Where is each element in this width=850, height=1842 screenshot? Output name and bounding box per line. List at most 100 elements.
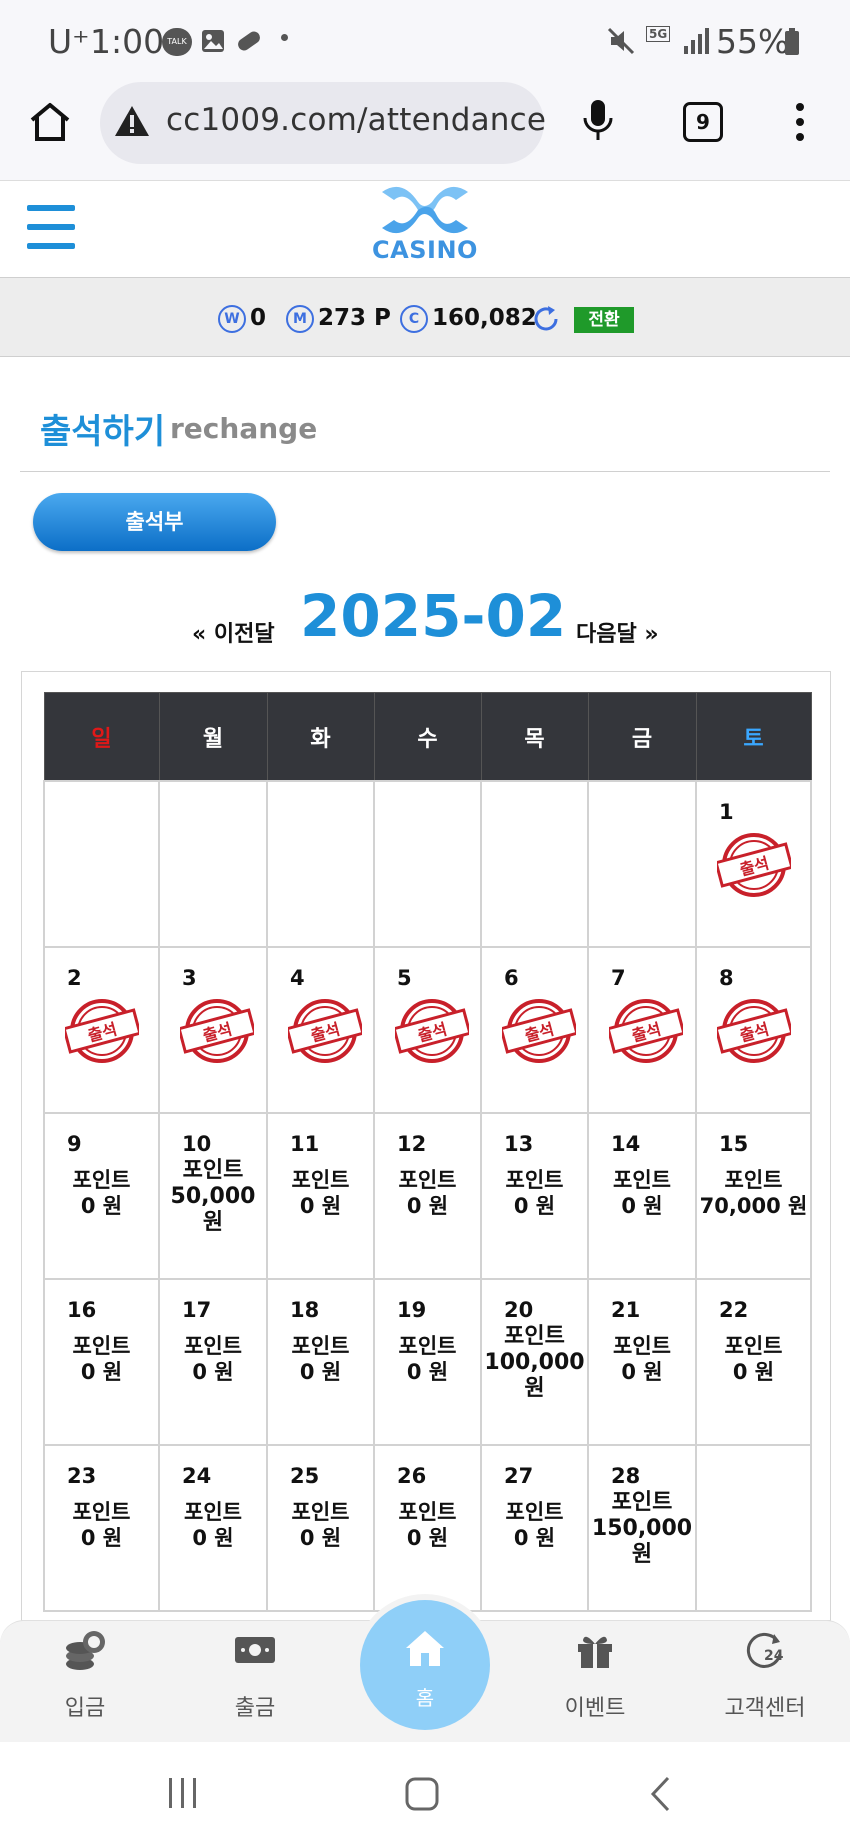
month-title: 2025-02 [300, 582, 567, 650]
calendar-day-1[interactable]: 1 출석 [695, 780, 812, 948]
house-icon [406, 1631, 444, 1666]
weekday-header-2: 화 [266, 692, 375, 782]
talk-icon: TALK [162, 28, 192, 56]
calendar-day-13[interactable]: 13 포인트 0 원 [480, 1112, 589, 1280]
day-number: 16 [67, 1298, 97, 1322]
day-number: 12 [397, 1132, 427, 1156]
calendar-day-27[interactable]: 27 포인트 0 원 [480, 1444, 589, 1612]
point-label: 포인트 [504, 1324, 565, 1349]
day-number: 1 [719, 800, 734, 824]
point-reward: 포인트 0 원 [697, 1333, 810, 1385]
point-unit: 원 [202, 1210, 224, 1235]
calendar-day-19[interactable]: 19 포인트 0 원 [373, 1278, 482, 1446]
wallet-c-value: 160,082 [432, 305, 537, 331]
warning-icon[interactable] [113, 104, 151, 138]
day-number: 23 [67, 1464, 97, 1488]
recent-apps-icon[interactable] [166, 1776, 200, 1810]
point-reward: 포인트 0 원 [45, 1499, 158, 1551]
calendar-day-21[interactable]: 21 포인트 0 원 [587, 1278, 697, 1446]
day-number: 20 [504, 1298, 534, 1322]
logo-text: CASINO [372, 236, 478, 264]
calendar-day-16[interactable]: 16 포인트 0 원 [43, 1278, 160, 1446]
point-label: 포인트 [72, 1334, 131, 1358]
attendance-stamp-icon: 출석 [717, 833, 791, 897]
convert-button[interactable]: 전환 [574, 307, 634, 333]
refresh-icon[interactable] [531, 304, 561, 334]
calendar-day-5[interactable]: 5 출석 [373, 946, 482, 1114]
weekday-header-4: 목 [480, 692, 589, 782]
prev-month-link[interactable]: « 이전달 [192, 616, 275, 648]
point-amount: 0 원 [513, 1526, 556, 1550]
calendar-empty-cell [43, 780, 160, 948]
point-reward: 포인트 0 원 [375, 1333, 480, 1385]
next-month-link[interactable]: 다음달 » [576, 616, 659, 648]
calendar-day-17[interactable]: 17 포인트 0 원 [158, 1278, 268, 1446]
wallet-w-icon: W [218, 305, 246, 333]
point-amount: 0 원 [406, 1360, 449, 1384]
carrier-label: U⁺ [48, 22, 90, 61]
calendar-day-2[interactable]: 2 출석 [43, 946, 160, 1114]
point-label: 포인트 [184, 1334, 242, 1358]
calendar-day-18[interactable]: 18 포인트 0 원 [266, 1278, 375, 1446]
calendar-day-4[interactable]: 4 출석 [266, 946, 375, 1114]
calendar-day-8[interactable]: 8 출석 [695, 946, 812, 1114]
microphone-icon[interactable] [582, 98, 614, 144]
calendar-day-28[interactable]: 28 포인트 150,000 원 [587, 1444, 697, 1612]
nav-withdraw-label: 출금 [234, 1696, 276, 1721]
tab-switcher-button[interactable]: 9 [683, 102, 723, 142]
home-system-icon[interactable] [404, 1776, 440, 1812]
calendar-day-6[interactable]: 6 출석 [480, 946, 589, 1114]
point-label: 포인트 [291, 1500, 350, 1524]
calendar-day-11[interactable]: 11 포인트 0 원 [266, 1112, 375, 1280]
more-menu-icon[interactable] [790, 100, 810, 144]
point-unit: 원 [631, 1542, 653, 1567]
calendar-day-26[interactable]: 26 포인트 0 원 [373, 1444, 482, 1612]
point-reward: 포인트 0 원 [589, 1333, 695, 1385]
site-logo[interactable]: CASINO [366, 184, 484, 268]
calendar-day-22[interactable]: 22 포인트 0 원 [695, 1278, 812, 1446]
support-badge-text: 24 [764, 1648, 784, 1664]
day-number: 5 [397, 966, 412, 990]
attendance-stamp-icon: 출석 [717, 999, 791, 1063]
weekday-header-6: 토 [695, 692, 812, 782]
title-divider [20, 471, 830, 472]
point-reward: 포인트 0 원 [482, 1167, 587, 1219]
calendar-week-row: 16 포인트 0 원 17 포인트 0 원 18 포인트 0 원 19 포인트 0 원 20 포인트 100… [43, 1278, 812, 1446]
calendar-day-24[interactable]: 24 포인트 0 원 [158, 1444, 268, 1612]
calendar-day-25[interactable]: 25 포인트 0 원 [266, 1444, 375, 1612]
calendar-week-row: 23 포인트 0 원 24 포인트 0 원 25 포인트 0 원 26 포인트 0 원 27 포인트 0 원… [43, 1444, 812, 1612]
home-icon[interactable] [28, 100, 72, 144]
page-subtitle: rechange [170, 412, 318, 445]
calendar-day-23[interactable]: 23 포인트 0 원 [43, 1444, 160, 1612]
mute-icon [607, 27, 635, 55]
calendar-day-12[interactable]: 12 포인트 0 원 [373, 1112, 482, 1280]
day-number: 14 [611, 1132, 641, 1156]
point-amount: 0 원 [80, 1526, 123, 1550]
wallet-w-value: 0 [250, 305, 267, 331]
calendar-empty-cell [587, 780, 697, 948]
day-number: 6 [504, 966, 519, 990]
calendar-day-20[interactable]: 20 포인트 100,000 원 [480, 1278, 589, 1446]
point-amount: 0 원 [406, 1194, 449, 1218]
point-label: 포인트 [505, 1500, 564, 1524]
point-reward: 포인트 0 원 [268, 1333, 373, 1385]
calendar-day-7[interactable]: 7 출석 [587, 946, 697, 1114]
calendar-day-15[interactable]: 15 포인트 70,000 원 [695, 1112, 812, 1280]
calendar-day-3[interactable]: 3 출석 [158, 946, 268, 1114]
calendar-day-9[interactable]: 9 포인트 0 원 [43, 1112, 160, 1280]
back-icon[interactable] [648, 1776, 672, 1812]
attendance-book-button[interactable]: 출석부 [33, 493, 276, 551]
wallet-c-icon: C [400, 305, 428, 333]
calendar-day-10[interactable]: 10 포인트 50,000 원 [158, 1112, 268, 1280]
calendar-day-14[interactable]: 14 포인트 0 원 [587, 1112, 697, 1280]
day-number: 21 [611, 1298, 641, 1322]
calendar-body: 1 출석 2 출석 3 출석 4 출석 5 출석 6 출석 7 출석 8 출석 9 포인트 0 원 10 포인트 50,0… [43, 780, 812, 1612]
url-text[interactable]: cc1009.com/attendance [166, 102, 546, 138]
point-amount: 0 원 [192, 1360, 234, 1384]
pill-icon [238, 31, 260, 51]
point-label: 포인트 [613, 1168, 671, 1192]
point-label: 포인트 [505, 1168, 564, 1192]
hamburger-menu-icon[interactable] [27, 205, 75, 249]
attendance-stamp-icon: 출석 [502, 999, 576, 1063]
attendance-stamp-icon: 출석 [180, 999, 254, 1063]
